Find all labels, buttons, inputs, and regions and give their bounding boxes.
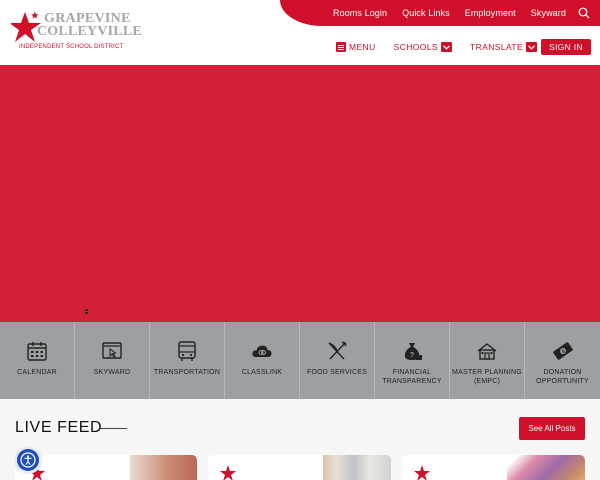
- quick-link-skyward[interactable]: SKYWARD: [75, 322, 150, 399]
- quick-link-label: CALENDAR: [17, 369, 57, 376]
- translate-dropdown[interactable]: TRANSLATE: [470, 42, 538, 52]
- quick-link-label: MASTER PLANNING (EMPC): [452, 369, 522, 385]
- quick-links-bar: CALENDAR SKYWARD TRANSPORTATION CLASSLIN…: [0, 322, 600, 399]
- utility-link-quick-links[interactable]: Quick Links: [402, 8, 450, 18]
- logo-line-2: COLLEYVILLE: [37, 24, 142, 39]
- utility-link-skyward[interactable]: Skyward: [531, 8, 566, 18]
- chevron-down-icon: [526, 42, 538, 52]
- feed-card[interactable]: [208, 455, 391, 480]
- accessibility-icon: [20, 452, 36, 468]
- quick-link-label: FINANCIAL TRANSPARENCY: [382, 369, 442, 385]
- quick-link-donation[interactable]: $ DONATION OPPORTUNITY: [525, 322, 600, 399]
- utility-bar: Rooms Login Quick Links Employment Skywa…: [280, 0, 600, 26]
- svg-text:?: ?: [410, 352, 414, 359]
- feed-card-photo: [507, 455, 585, 480]
- main-nav: MENU SCHOOLS TRANSLATE: [336, 39, 555, 55]
- menu-label: MENU: [349, 42, 376, 52]
- donation-icon: $: [552, 342, 573, 360]
- logo-line-3: INDEPENDENT SCHOOL DISTRICT: [19, 44, 124, 50]
- bus-icon: [178, 341, 196, 361]
- quick-link-master-planning[interactable]: MASTER PLANNING (EMPC): [450, 322, 525, 399]
- live-feed-title: LIVE FEED: [15, 419, 103, 436]
- utility-link-rooms-login[interactable]: Rooms Login: [333, 8, 387, 18]
- feed-card[interactable]: [402, 455, 585, 480]
- hamburger-icon: [336, 42, 346, 52]
- quick-link-classlink[interactable]: CLASSLINK: [225, 322, 300, 399]
- translate-label: TRANSLATE: [470, 42, 524, 52]
- cloud-link-icon: [252, 345, 272, 357]
- star-logo-icon: [220, 465, 236, 480]
- see-all-posts-button[interactable]: See All Posts: [519, 417, 585, 440]
- search-icon[interactable]: [578, 7, 590, 19]
- fork-knife-icon: [328, 341, 347, 360]
- skyward-icon: [102, 342, 122, 359]
- quick-link-food-services[interactable]: FOOD SERVICES: [300, 322, 375, 399]
- schools-label: SCHOOLS: [393, 42, 439, 52]
- menu-button[interactable]: MENU: [336, 42, 376, 52]
- quick-link-label: FOOD SERVICES: [306, 369, 368, 376]
- quick-link-label: TRANSPORTATION: [153, 369, 221, 376]
- quick-link-transportation[interactable]: TRANSPORTATION: [150, 322, 225, 399]
- live-feed-section: LIVE FEED See All Posts: [0, 399, 600, 480]
- sign-in-button[interactable]: SIGN IN: [541, 39, 591, 55]
- quick-link-calendar[interactable]: CALENDAR: [0, 322, 75, 399]
- title-divider: [100, 428, 127, 429]
- district-logo[interactable]: GRAPEVINE COLLEYVILLE INDEPENDENT SCHOOL…: [11, 10, 142, 55]
- chevron-down-icon: [441, 42, 453, 52]
- utility-link-employment[interactable]: Employment: [465, 8, 516, 18]
- quick-link-label: DONATION OPPORTUNITY: [536, 369, 589, 385]
- quick-link-label: SKYWARD: [93, 369, 131, 376]
- site-header: GRAPEVINE COLLEYVILLE INDEPENDENT SCHOOL…: [0, 0, 600, 65]
- calendar-icon: [27, 342, 47, 361]
- feed-card-photo: [323, 455, 391, 480]
- quick-link-label: CLASSLINK: [241, 369, 283, 376]
- hero-banner: [0, 65, 600, 322]
- accessibility-button[interactable]: [14, 446, 42, 474]
- feed-card-photo: [130, 455, 197, 480]
- schools-dropdown[interactable]: SCHOOLS: [393, 42, 453, 52]
- feed-card[interactable]: [15, 455, 197, 480]
- money-bag-icon: ?: [404, 343, 422, 360]
- slider-control-icon[interactable]: [85, 309, 88, 315]
- quick-link-financial-transparency[interactable]: ? FINANCIAL TRANSPARENCY: [375, 322, 450, 399]
- star-logo-icon: [414, 465, 430, 480]
- building-icon: [477, 343, 497, 360]
